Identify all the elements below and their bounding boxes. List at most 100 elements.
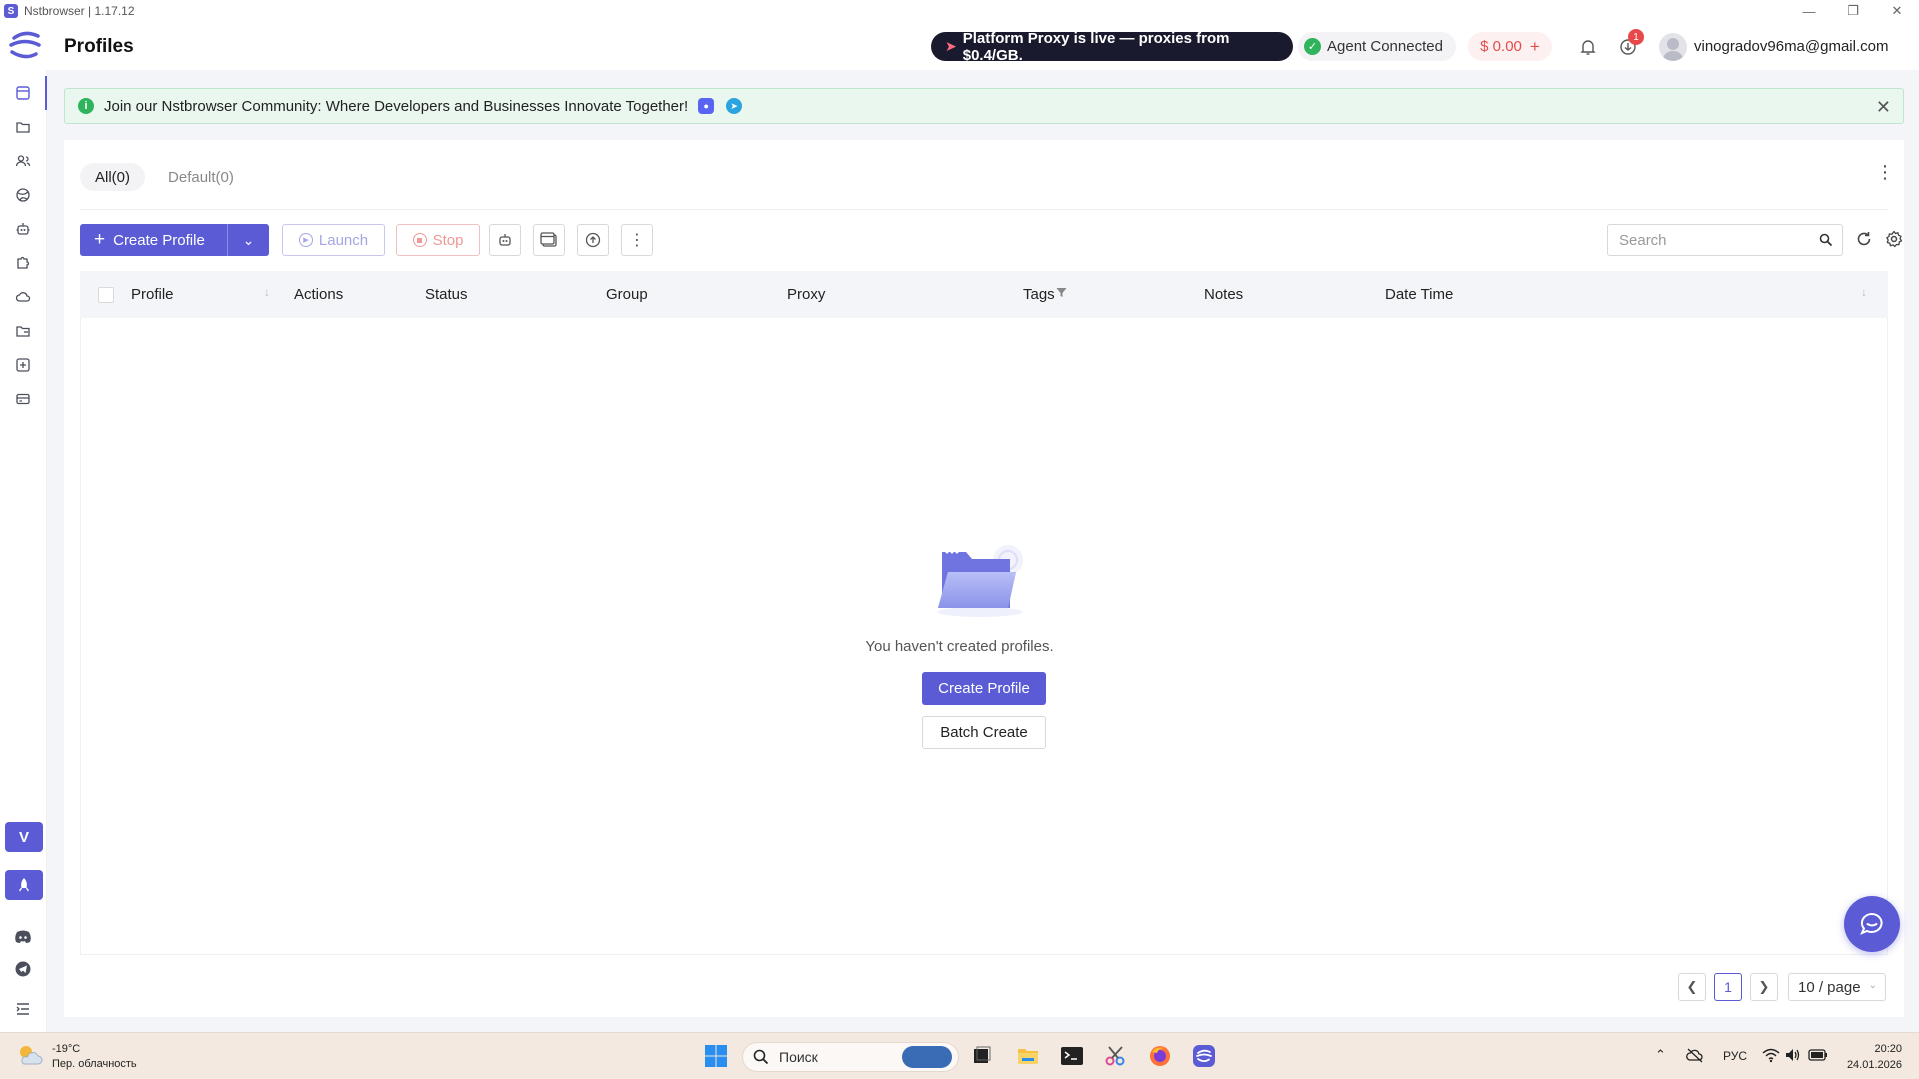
search-icon[interactable] xyxy=(1819,233,1833,247)
rocket-icon xyxy=(18,878,30,892)
sort-arrow-down-icon[interactable]: ↓ xyxy=(264,285,270,299)
taskbar-clock[interactable]: 20:20 24.01.2026 xyxy=(1847,1041,1902,1073)
promo-text: Platform Proxy is live — proxies from $0… xyxy=(962,29,1230,64)
wifi-icon[interactable] xyxy=(1762,1047,1780,1063)
sidebar-item-profiles[interactable] xyxy=(0,76,47,110)
weather-widget[interactable]: -19°C Пер. облачность xyxy=(16,1042,137,1072)
keyboard-language[interactable]: РУС xyxy=(1723,1049,1747,1063)
select-all-checkbox[interactable] xyxy=(98,287,114,303)
automation-button[interactable] xyxy=(489,224,521,256)
sidebar-item-folders[interactable] xyxy=(12,116,34,138)
window-sync-button[interactable] xyxy=(533,224,565,256)
chevron-down-icon[interactable]: ⌄ xyxy=(228,232,269,249)
rocket-icon: ➤ xyxy=(945,38,957,54)
window-controls: — ❐ ✕ xyxy=(1787,0,1919,22)
pagination: ❮ 1 ❯ 10 / page ⌄ xyxy=(0,973,1919,1001)
terminal-icon[interactable] xyxy=(1060,1044,1084,1068)
stop-button[interactable]: Stop xyxy=(396,224,480,256)
agent-status-badge[interactable]: ✓ Agent Connected xyxy=(1298,32,1456,61)
sidebar-item-tags[interactable] xyxy=(12,320,34,342)
sidebar-item-cloud[interactable] xyxy=(12,286,34,308)
workspace-switch-button[interactable]: V xyxy=(5,822,43,852)
user-email[interactable]: vinogradov96ma@gmail.com xyxy=(1694,38,1888,55)
empty-state-message: You haven't created profiles. xyxy=(865,638,1054,655)
taskbar-search[interactable]: Поиск xyxy=(742,1042,959,1072)
nstbrowser-taskbar-icon[interactable] xyxy=(1192,1044,1216,1068)
sidebar-item-automation[interactable] xyxy=(12,218,34,240)
sort-arrow-down-icon[interactable]: ↓ xyxy=(1861,285,1867,299)
telegram-icon[interactable]: ➤ xyxy=(726,98,743,114)
page-size-select[interactable]: 10 / page ⌄ xyxy=(1788,973,1886,1001)
sidebar-item-extensions[interactable] xyxy=(12,252,34,274)
cloud-off-icon[interactable] xyxy=(1686,1047,1704,1063)
chevron-left-icon: ❮ xyxy=(1686,979,1698,994)
restore-icon[interactable]: ❐ xyxy=(1831,0,1875,22)
chevron-right-icon: ❯ xyxy=(1758,979,1770,994)
gear-icon[interactable] xyxy=(1885,230,1903,248)
profiles-icon xyxy=(16,86,30,100)
empty-create-profile-button[interactable]: Create Profile xyxy=(922,672,1046,705)
snipping-tool-icon[interactable] xyxy=(1104,1044,1128,1068)
minimize-icon[interactable]: — xyxy=(1787,0,1831,22)
more-vertical-icon: ⋮ xyxy=(629,232,645,249)
bell-icon[interactable] xyxy=(1578,37,1598,57)
firefox-icon[interactable] xyxy=(1148,1044,1172,1068)
search-highlight-image xyxy=(902,1046,952,1068)
sidebar-item-billing[interactable] xyxy=(12,388,34,410)
prev-page-button[interactable]: ❮ xyxy=(1678,973,1706,1001)
collapse-sidebar-button[interactable] xyxy=(12,998,34,1020)
discord-link[interactable] xyxy=(12,926,34,948)
filter-icon[interactable] xyxy=(1056,287,1067,298)
sidebar-item-proxy[interactable] xyxy=(12,184,34,206)
billing-card-icon xyxy=(16,393,30,405)
more-vertical-icon[interactable]: ⋮ xyxy=(1876,163,1894,181)
windows-icon xyxy=(540,232,557,247)
upgrade-button[interactable] xyxy=(5,870,43,900)
next-page-button[interactable]: ❯ xyxy=(1750,973,1778,1001)
balance-value: $ 0.00 xyxy=(1480,38,1522,55)
column-header-tags: Tags xyxy=(1023,286,1055,303)
batch-create-button[interactable]: Batch Create xyxy=(922,716,1046,749)
balance-button[interactable]: $ 0.00 + xyxy=(1468,32,1552,61)
sidebar-item-team[interactable] xyxy=(12,150,34,172)
support-chat-button[interactable] xyxy=(1844,896,1900,952)
plus-icon: + xyxy=(94,229,106,250)
play-icon: ▶ xyxy=(298,233,313,247)
tab-all[interactable]: All(0) xyxy=(80,163,146,191)
add-balance-icon: + xyxy=(1529,36,1540,56)
column-header-profile[interactable]: Profile xyxy=(131,286,174,303)
import-button[interactable] xyxy=(577,224,609,256)
column-header-date-time[interactable]: Date Time xyxy=(1385,286,1453,303)
check-icon: ✓ xyxy=(1304,38,1321,55)
launch-button[interactable]: ▶ Launch xyxy=(282,224,385,256)
discord-icon[interactable]: ● xyxy=(698,98,715,114)
sidebar-item-add[interactable] xyxy=(12,354,34,376)
avatar[interactable] xyxy=(1659,33,1687,61)
close-icon[interactable]: ✕ xyxy=(1875,0,1919,22)
page-number-button[interactable]: 1 xyxy=(1714,973,1742,1001)
windows-start-icon[interactable] xyxy=(704,1044,728,1068)
chevron-up-icon[interactable]: ⌃ xyxy=(1655,1047,1666,1063)
create-profile-button[interactable]: + Create Profile xyxy=(80,224,228,256)
task-view-icon[interactable] xyxy=(970,1044,994,1068)
discord-icon xyxy=(15,930,31,943)
volume-icon[interactable] xyxy=(1784,1047,1802,1063)
file-explorer-icon[interactable] xyxy=(1016,1044,1040,1068)
chat-bubble-icon xyxy=(1860,912,1883,935)
search-input[interactable] xyxy=(1608,225,1798,255)
page-size-value: 10 / page xyxy=(1798,978,1861,996)
close-icon[interactable]: ✕ xyxy=(1876,97,1891,118)
tags-folder-icon xyxy=(16,326,30,337)
download-count-badge: 1 xyxy=(1628,29,1644,45)
os-taskbar: -19°C Пер. облачность Поиск ⌃ РУС 20:20 … xyxy=(0,1032,1919,1079)
tab-default[interactable]: Default(0) xyxy=(153,163,249,191)
taskbar-search-placeholder: Поиск xyxy=(779,1049,818,1065)
nstbrowser-logo-icon[interactable] xyxy=(8,30,42,60)
refresh-icon[interactable] xyxy=(1855,230,1873,248)
team-icon xyxy=(15,155,31,167)
window-titlebar: S Nstbrowser | 1.17.12 — ❐ ✕ xyxy=(0,0,1919,22)
more-actions-button[interactable]: ⋮ xyxy=(621,224,653,256)
promo-banner-button[interactable]: ➤ Platform Proxy is live — proxies from … xyxy=(931,29,1293,64)
battery-icon[interactable] xyxy=(1808,1048,1828,1062)
add-square-icon xyxy=(16,358,30,372)
